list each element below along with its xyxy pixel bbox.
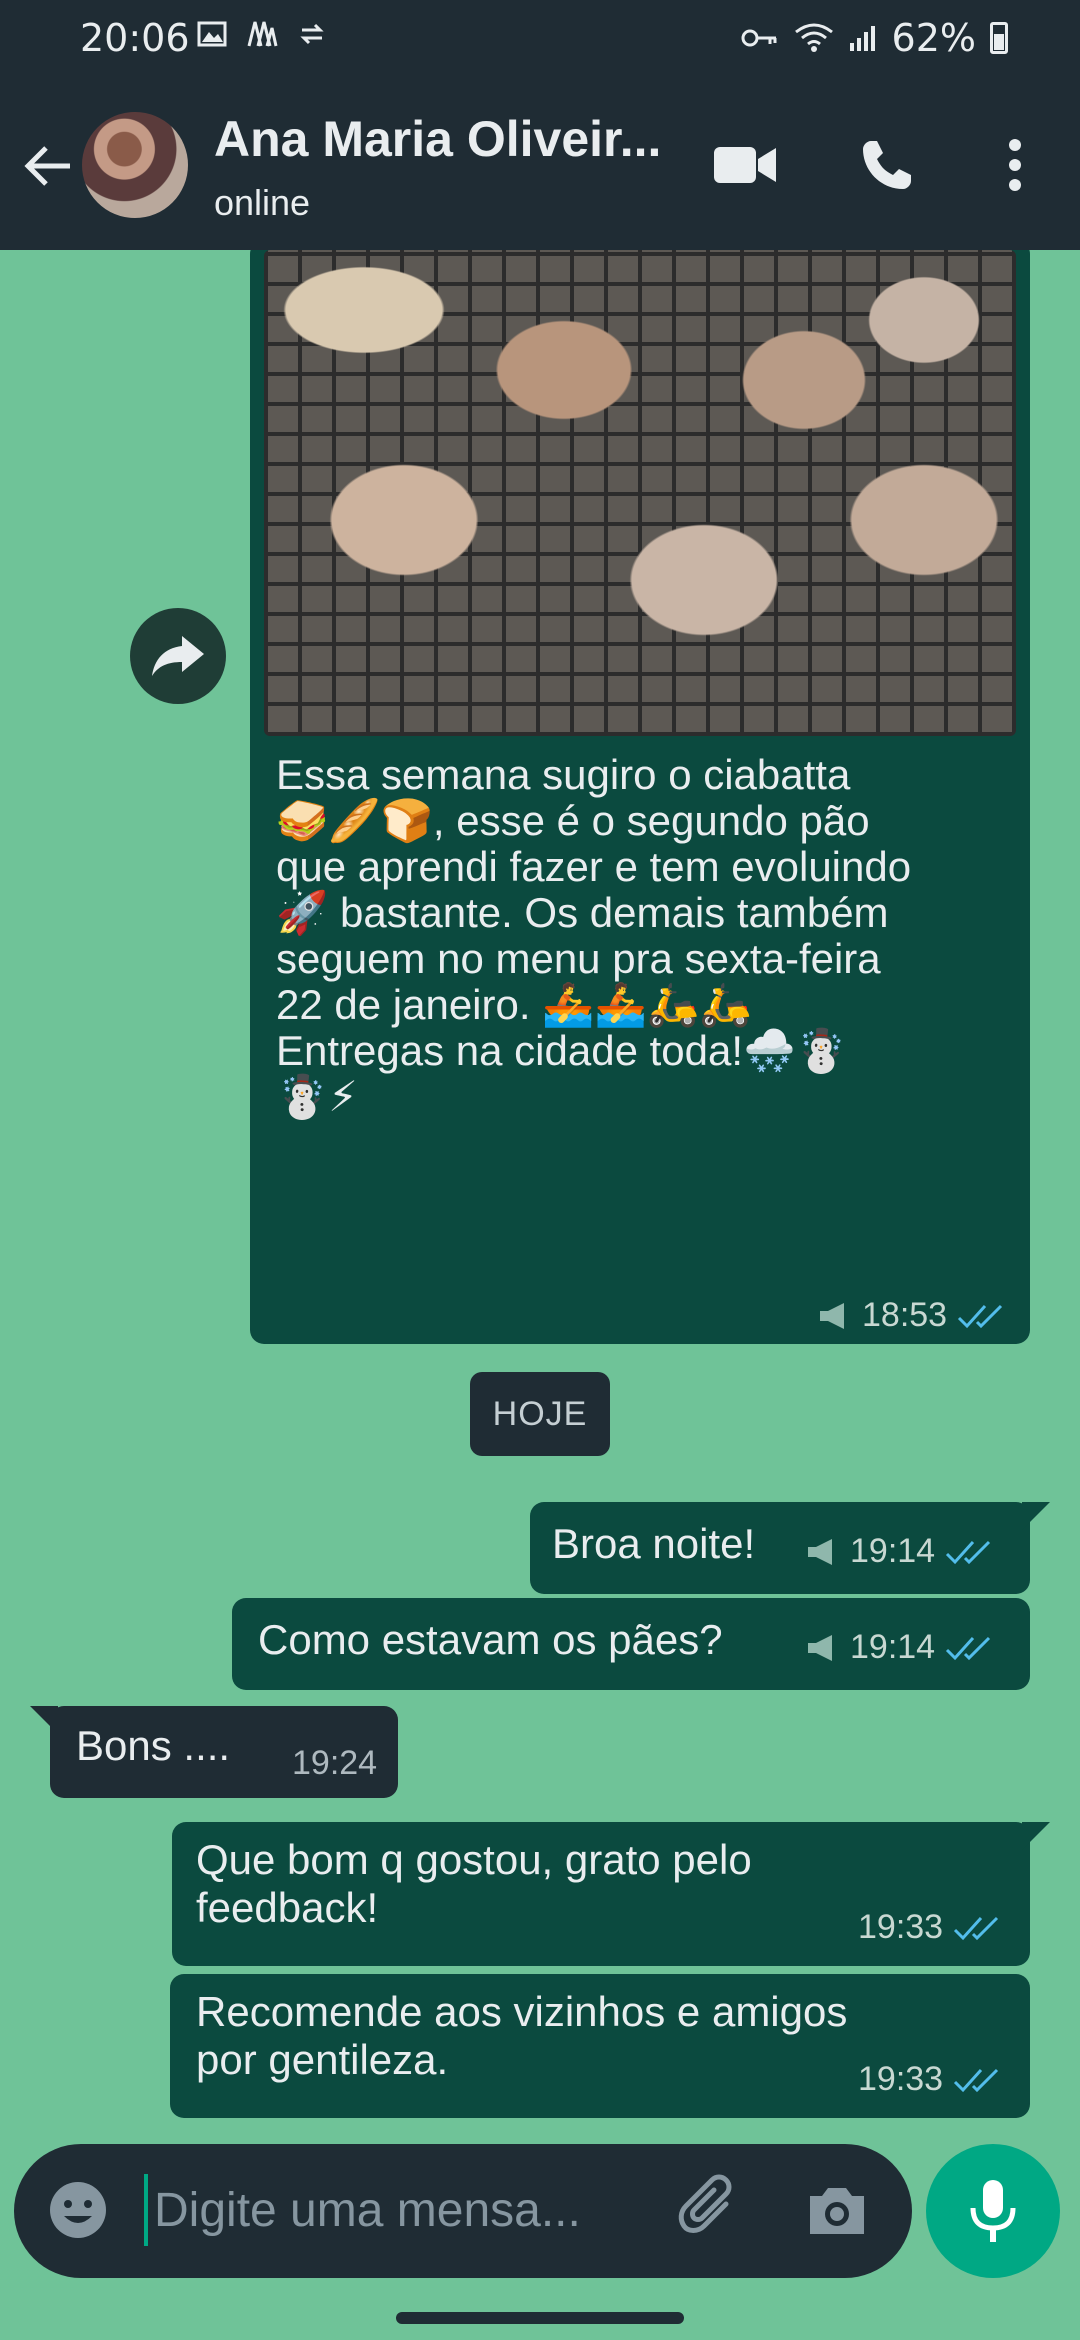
message-text: Bons .... [76,1722,231,1769]
read-ticks-icon [946,1540,991,1564]
broadcast-icon [820,1302,844,1329]
back-arrow-icon[interactable] [20,138,76,194]
mic-icon [970,2180,1016,2242]
message-list[interactable]: Essa semana sugiro o ciabatta 🥪🥖🍞, esse … [0,250,1080,2140]
key-icon [741,29,777,47]
status-right: 62% [740,16,1008,60]
read-ticks-icon [954,2068,999,2092]
battery-percent: 62% [891,16,976,60]
message-meta: 19:24 [292,1744,377,1783]
status-bar: 20:06 62% [0,0,1080,80]
outgoing-message[interactable]: Recomende aos vizinhos e amigos por gent… [170,1974,1030,2118]
contact-name[interactable]: Ana Maria Oliveir... [214,110,661,168]
message-time: 19:24 [292,1744,378,1782]
message-time: 19:14 [850,1628,936,1666]
voice-call-icon[interactable] [852,132,922,198]
contact-status: online [214,182,311,223]
avatar[interactable] [82,112,188,218]
wifi-icon [794,23,833,52]
message-meta: 19:14 [806,1532,993,1571]
emoji-icon[interactable] [46,2178,110,2242]
image-icon [196,18,228,50]
message-meta: 19:33 [858,2060,1001,2099]
message-input[interactable] [154,2174,634,2246]
message-time: 19:33 [858,1908,944,1946]
date-divider: HOJE [470,1372,610,1456]
message-text: Como estavam os pães? [258,1616,723,1663]
battery-icon [990,22,1008,54]
message-time: 18:53 [862,1296,948,1334]
broadcast-icon [808,1634,832,1661]
voice-record-button[interactable] [926,2144,1060,2278]
bread-photo[interactable] [264,250,1016,736]
message-time: 19:33 [858,2060,944,2098]
sync-icon [296,18,328,50]
message-meta: 19:33 [858,1908,1001,1947]
read-ticks-icon [946,1636,991,1660]
message-meta: 18:53 [818,1296,1005,1335]
status-time: 20:06 [80,16,190,60]
forward-button[interactable] [130,608,226,704]
home-gesture-handle[interactable] [396,2312,684,2324]
broadcast-icon [808,1538,832,1565]
attach-icon[interactable] [674,2174,746,2246]
outgoing-message[interactable]: Broa noite! 19:14 [530,1502,1050,1594]
message-composer [14,2144,912,2278]
incoming-message[interactable]: Bons .... 19:24 [30,1706,398,1798]
message-text: Que bom q gostou, grato pelo feedback! [196,1836,752,1931]
video-call-icon[interactable] [710,132,780,198]
notification-icons [196,18,328,50]
camera-icon[interactable] [804,2178,870,2244]
forward-icon [152,636,204,676]
message-time: 19:14 [850,1532,936,1570]
message-meta: 19:14 [806,1628,993,1667]
read-ticks-icon [958,1304,1003,1328]
signal-icon [849,26,875,51]
message-text: Recomende aos vizinhos e amigos por gent… [196,1988,848,2083]
read-ticks-icon [954,1916,999,1940]
chat-header: Ana Maria Oliveir... online [0,80,1080,250]
image-caption: Essa semana sugiro o ciabatta 🥪🥖🍞, esse … [276,751,912,1120]
text-caret [144,2174,148,2246]
more-vert-icon[interactable] [980,132,1050,198]
outgoing-message[interactable]: Como estavam os pães? 19:14 [232,1598,1030,1690]
maps-icon [246,18,278,50]
message-text: Broa noite! [552,1520,756,1567]
outgoing-message[interactable]: Que bom q gostou, grato pelo feedback! 1… [172,1822,1050,1966]
